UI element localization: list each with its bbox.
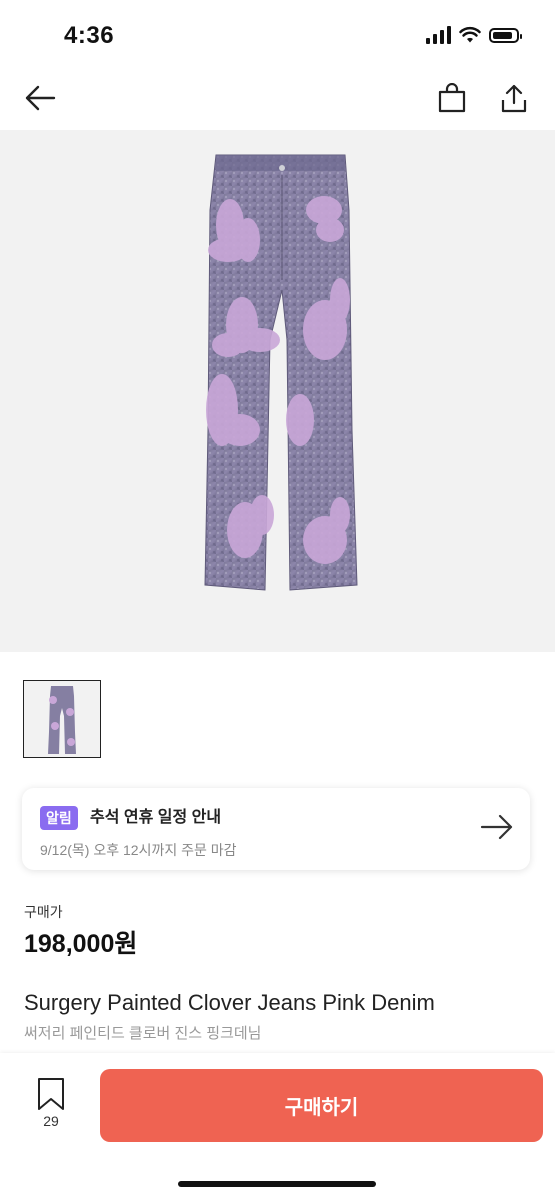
back-button[interactable] bbox=[20, 78, 60, 118]
arrow-right-icon bbox=[480, 814, 513, 840]
product-image[interactable] bbox=[0, 130, 555, 652]
price: 198,000원 bbox=[24, 930, 138, 958]
wishlist-button[interactable]: 29 bbox=[30, 1077, 72, 1137]
notice-title: 추석 연휴 일정 안내 bbox=[90, 809, 222, 826]
bookmark-icon bbox=[38, 1078, 64, 1110]
jeans-thumbnail-image bbox=[48, 686, 76, 754]
status-bar: 4:36 bbox=[0, 0, 555, 70]
status-time: 4:36 bbox=[64, 22, 115, 49]
shopping-bag-icon bbox=[438, 83, 466, 113]
product-name-korean: 써저리 페인티드 클로버 진스 핑크데님 bbox=[24, 1025, 262, 1042]
home-indicator bbox=[178, 1181, 376, 1187]
holiday-notice-banner[interactable]: 알림 추석 연휴 일정 안내 9/12(목) 오후 12시까지 주문 마감 bbox=[22, 788, 530, 870]
status-icons bbox=[426, 26, 522, 44]
notice-subtitle: 9/12(목) 오후 12시까지 주문 마감 bbox=[40, 842, 237, 858]
buy-button[interactable]: 구매하기 bbox=[100, 1069, 543, 1142]
price-label: 구매가 bbox=[24, 904, 63, 920]
jeans-photo bbox=[204, 154, 358, 591]
cellular-signal-icon bbox=[426, 26, 451, 44]
notice-badge: 알림 bbox=[40, 806, 78, 830]
arrow-left-icon bbox=[25, 85, 56, 111]
product-name: Surgery Painted Clover Jeans Pink Denim bbox=[24, 990, 435, 1015]
share-icon bbox=[501, 84, 527, 113]
shopping-bag-button[interactable] bbox=[432, 78, 472, 118]
wishlist-count: 29 bbox=[43, 1113, 59, 1129]
bottom-action-bar: 29 구매하기 bbox=[0, 1053, 555, 1200]
top-nav bbox=[0, 70, 555, 130]
battery-icon bbox=[489, 27, 522, 43]
product-thumbnail[interactable] bbox=[23, 680, 101, 758]
share-button[interactable] bbox=[494, 78, 534, 118]
wifi-icon bbox=[459, 26, 481, 43]
